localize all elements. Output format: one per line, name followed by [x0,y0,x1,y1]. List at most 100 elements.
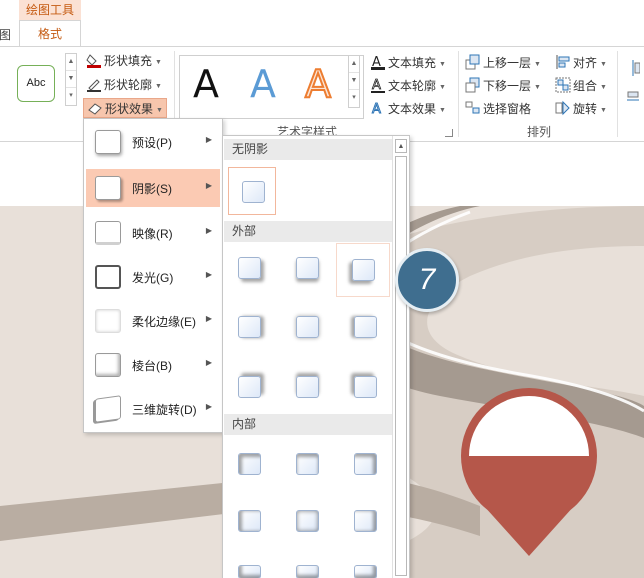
shadow-inner-5[interactable] [287,501,325,539]
shadow-inner-4[interactable] [229,501,267,539]
shadow-inner-6[interactable] [345,501,383,539]
menu-item-3d-rotation[interactable]: 三维旋转(D) ▶ [86,390,220,428]
shadow-inner-3[interactable] [345,444,383,482]
wordart-style-blue[interactable]: A [250,60,276,108]
shape-effects-button[interactable]: 形状效果 ▼ [83,98,167,118]
scroll-up-icon[interactable]: ▲ [395,139,407,153]
shape-outline-button[interactable]: 形状轮廓 ▼ [86,75,162,95]
menu-item-preset[interactable]: 预设(P) ▶ [86,123,220,161]
shadow-preview-icon [352,259,375,281]
text-outline-button[interactable]: A 文本轮廓 ▼ [370,76,446,96]
dropdown-arrow-icon: ▼ [600,84,607,91]
submenu-arrow-icon: ▶ [205,314,212,323]
scroll-up-icon[interactable]: ▲ [66,54,76,71]
text-outline-icon: A [370,77,386,93]
bring-forward-icon [465,54,481,70]
shadow-inner-7[interactable] [229,556,267,578]
menu-item-label: 柔化边缘(E) [132,315,196,329]
selection-pane-label: 选择窗格 [483,102,532,116]
send-backward-button[interactable]: 下移一层 ▼ [465,76,541,96]
shadow-outer-2[interactable] [287,248,325,286]
shadow-outer-3[interactable] [336,243,390,297]
wordart-style-orange-outline[interactable]: A [304,60,332,108]
shadow-preview-icon [354,510,377,532]
shadow-outer-8[interactable] [287,367,325,405]
tab-format[interactable]: 格式 [19,20,81,47]
text-effects-button[interactable]: A 文本效果 ▼ [370,99,446,119]
size-width-icon[interactable] [626,91,640,109]
size-height-icon[interactable] [626,59,641,77]
shadow-outer-7[interactable] [229,367,267,405]
shape-fill-button[interactable]: 形状填充 ▼ [86,51,162,71]
submenu-arrow-icon: ▶ [205,270,212,279]
submenu-arrow-icon: ▶ [205,135,212,144]
text-effects-icon: A [370,100,386,118]
shape-effects-menu: 预设(P) ▶ 阴影(S) ▶ 映像(R) ▶ 发光(G) ▶ 柔化边缘(E) … [83,118,223,433]
scroll-down-icon[interactable]: ▼ [349,73,359,90]
shadow-outer-6[interactable] [345,307,383,345]
dropdown-arrow-icon: ▼ [155,59,162,66]
svg-text:A: A [372,78,381,93]
rotate-icon [555,100,571,116]
selection-pane-button[interactable]: 选择窗格 [465,99,531,119]
shadow-outer-1[interactable] [229,248,267,286]
scrollbar-thumb[interactable] [395,156,407,576]
shadow-preview-icon [238,376,261,398]
shadow-option-none[interactable] [228,167,276,215]
align-icon [555,54,571,70]
dropdown-arrow-icon: ▼ [156,107,163,114]
bring-forward-button[interactable]: 上移一层 ▼ [465,53,541,73]
menu-item-bevel[interactable]: 棱台(B) ▶ [86,346,220,384]
shadow-inner-2[interactable] [287,444,325,482]
preset-icon [95,130,121,154]
shadow-preview-icon [354,376,377,398]
section-inner: 内部 [224,414,392,435]
divider [617,51,618,137]
shadow-preview-icon [296,376,319,398]
align-button[interactable]: 对齐 ▼ [555,53,607,73]
paint-bucket-icon [86,52,102,68]
wordart-gallery: A A A [179,55,364,119]
shape-style-gallery-scroll[interactable]: ▲ ▼ ▾ [65,53,77,106]
rotate-button[interactable]: 旋转 ▼ [555,99,607,119]
scroll-up-icon[interactable]: ▲ [349,56,359,73]
shadow-inner-8[interactable] [287,556,325,578]
menu-item-shadow[interactable]: 阴影(S) ▶ [86,169,220,207]
pencil-icon [86,76,102,92]
shadow-outer-9[interactable] [345,367,383,405]
shadow-preview-icon [296,257,319,279]
shadow-preview-icon [296,316,319,338]
gallery-more-icon[interactable]: ▾ [66,88,76,105]
wordart-gallery-scroll[interactable]: ▲ ▼ ▾ [348,55,360,108]
svg-text:A: A [372,102,381,116]
shadow-inner-1[interactable] [229,444,267,482]
shadow-preview-icon [238,565,261,578]
shadow-outer-4[interactable] [229,307,267,345]
menu-item-reflection[interactable]: 映像(R) ▶ [86,214,220,252]
group-icon [555,77,571,93]
shadow-inner-9[interactable] [345,556,383,578]
selection-pane-icon [465,100,481,116]
menu-item-soft-edges[interactable]: 柔化边缘(E) ▶ [86,302,220,340]
divider [458,51,459,137]
wordart-style-black[interactable]: A [193,60,219,108]
gallery-scrollbar[interactable]: ▲ [392,136,409,578]
group-button[interactable]: 组合 ▼ [555,76,607,96]
text-effects-label: 文本效果 [388,102,437,116]
gallery-more-icon[interactable]: ▾ [349,90,359,107]
dropdown-arrow-icon: ▼ [534,84,541,91]
dialog-launcher-icon[interactable] [445,129,453,137]
shape-effects-icon [87,100,103,116]
shape-style-thumbnail[interactable]: Abc [17,65,55,102]
section-no-shadow: 无阴影 [224,139,392,160]
text-fill-icon: A [370,54,386,70]
shadow-outer-5[interactable] [287,307,325,345]
dropdown-arrow-icon: ▼ [600,107,607,114]
menu-item-label: 映像(R) [132,227,173,241]
scroll-down-icon[interactable]: ▼ [66,71,76,88]
text-fill-button[interactable]: A 文本填充 ▼ [370,53,446,73]
menu-item-glow[interactable]: 发光(G) ▶ [86,258,220,296]
dropdown-arrow-icon: ▼ [534,61,541,68]
partial-tab[interactable]: 图 [0,26,11,43]
menu-item-label: 发光(G) [132,271,174,285]
